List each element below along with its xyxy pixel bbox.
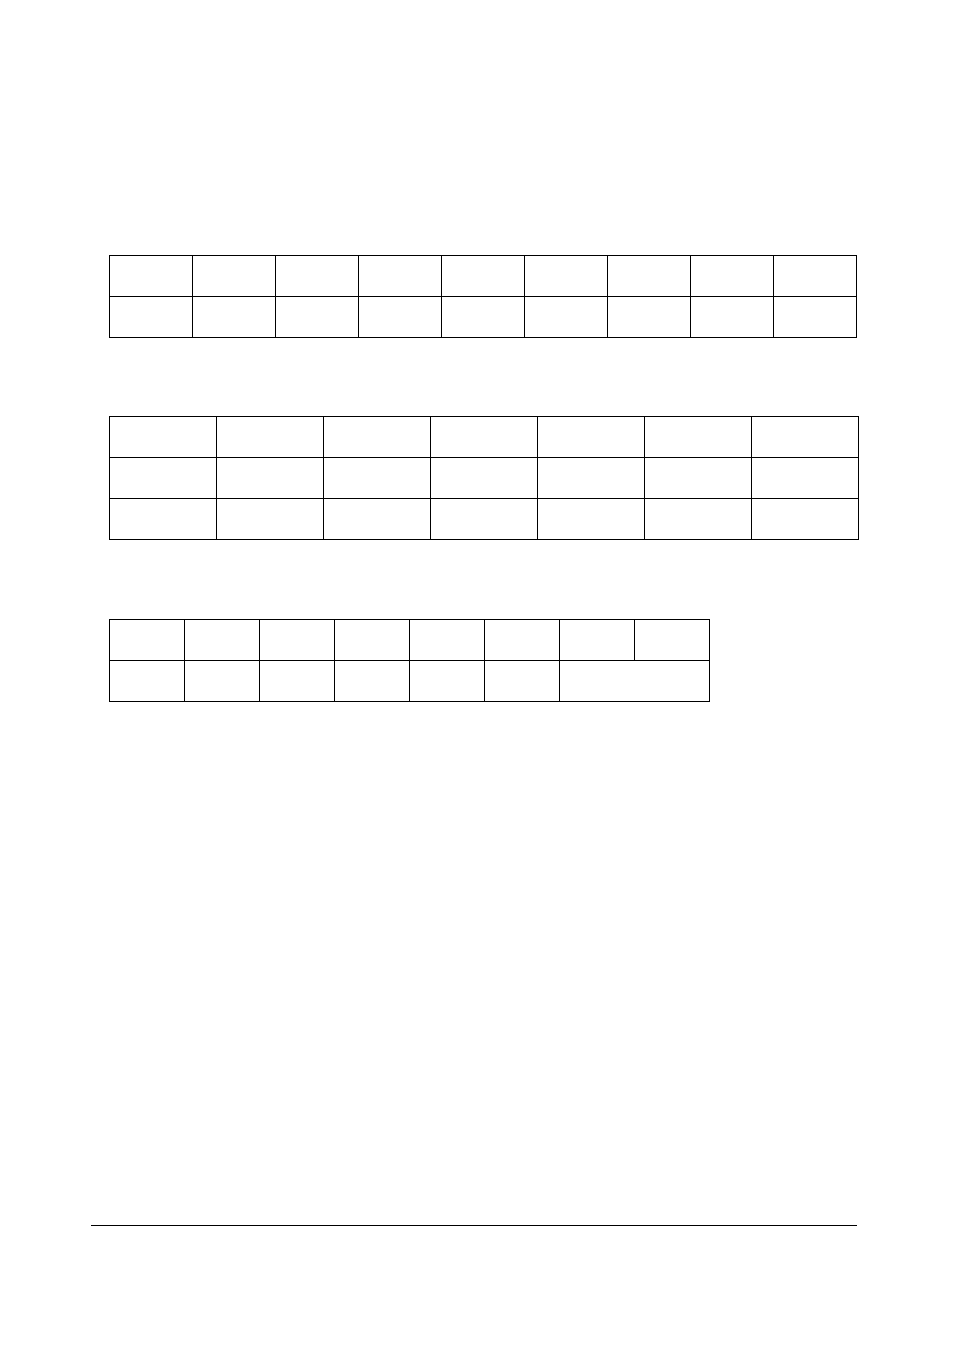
cell xyxy=(635,620,710,661)
cell xyxy=(774,256,857,297)
cell xyxy=(217,417,324,458)
cell xyxy=(193,256,276,297)
cell xyxy=(110,620,185,661)
cell xyxy=(110,661,185,702)
cell xyxy=(260,620,335,661)
table-3 xyxy=(109,619,710,702)
footer-rule xyxy=(91,1225,857,1226)
cell xyxy=(324,417,431,458)
cell xyxy=(442,297,525,338)
cell xyxy=(217,458,324,499)
table-row xyxy=(110,256,857,297)
cell xyxy=(538,417,645,458)
table-1 xyxy=(109,255,857,338)
cell xyxy=(525,256,608,297)
cell xyxy=(276,297,359,338)
cell xyxy=(185,661,260,702)
cell xyxy=(193,297,276,338)
cell xyxy=(185,620,260,661)
page xyxy=(0,0,954,1351)
cell xyxy=(359,297,442,338)
table-row xyxy=(110,661,710,702)
table-row xyxy=(110,620,710,661)
cell xyxy=(324,499,431,540)
cell xyxy=(431,499,538,540)
table-row xyxy=(110,417,859,458)
cell xyxy=(538,458,645,499)
cell xyxy=(335,661,410,702)
cell xyxy=(608,297,691,338)
cell xyxy=(359,256,442,297)
cell xyxy=(335,620,410,661)
cell xyxy=(110,297,193,338)
cell xyxy=(110,499,217,540)
cell xyxy=(560,620,635,661)
cell xyxy=(645,417,752,458)
cell xyxy=(525,297,608,338)
cell xyxy=(110,256,193,297)
cell xyxy=(752,499,859,540)
cell xyxy=(410,620,485,661)
cell xyxy=(110,458,217,499)
cell xyxy=(260,661,335,702)
cell xyxy=(691,256,774,297)
cell xyxy=(774,297,857,338)
cell xyxy=(110,417,217,458)
cell xyxy=(324,458,431,499)
cell xyxy=(276,256,359,297)
cell xyxy=(217,499,324,540)
cell xyxy=(691,297,774,338)
cell xyxy=(431,417,538,458)
cell-merged xyxy=(560,661,710,702)
cell xyxy=(538,499,645,540)
cell xyxy=(645,458,752,499)
cell xyxy=(431,458,538,499)
cell xyxy=(608,256,691,297)
cell xyxy=(410,661,485,702)
cell xyxy=(752,458,859,499)
table-row xyxy=(110,499,859,540)
cell xyxy=(485,620,560,661)
table-2 xyxy=(109,416,859,540)
cell xyxy=(442,256,525,297)
cell xyxy=(645,499,752,540)
cell xyxy=(752,417,859,458)
table-row xyxy=(110,297,857,338)
cell xyxy=(485,661,560,702)
table-row xyxy=(110,458,859,499)
